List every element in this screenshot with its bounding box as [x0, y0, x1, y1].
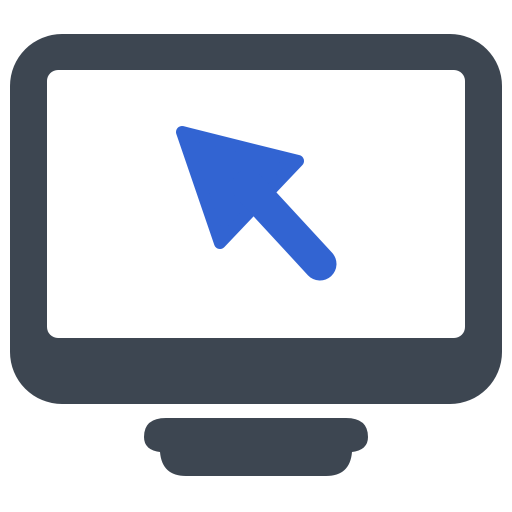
- icon-canvas: [0, 0, 512, 512]
- monitor-stand: [144, 418, 368, 476]
- computer-monitor-cursor-icon: [10, 34, 502, 476]
